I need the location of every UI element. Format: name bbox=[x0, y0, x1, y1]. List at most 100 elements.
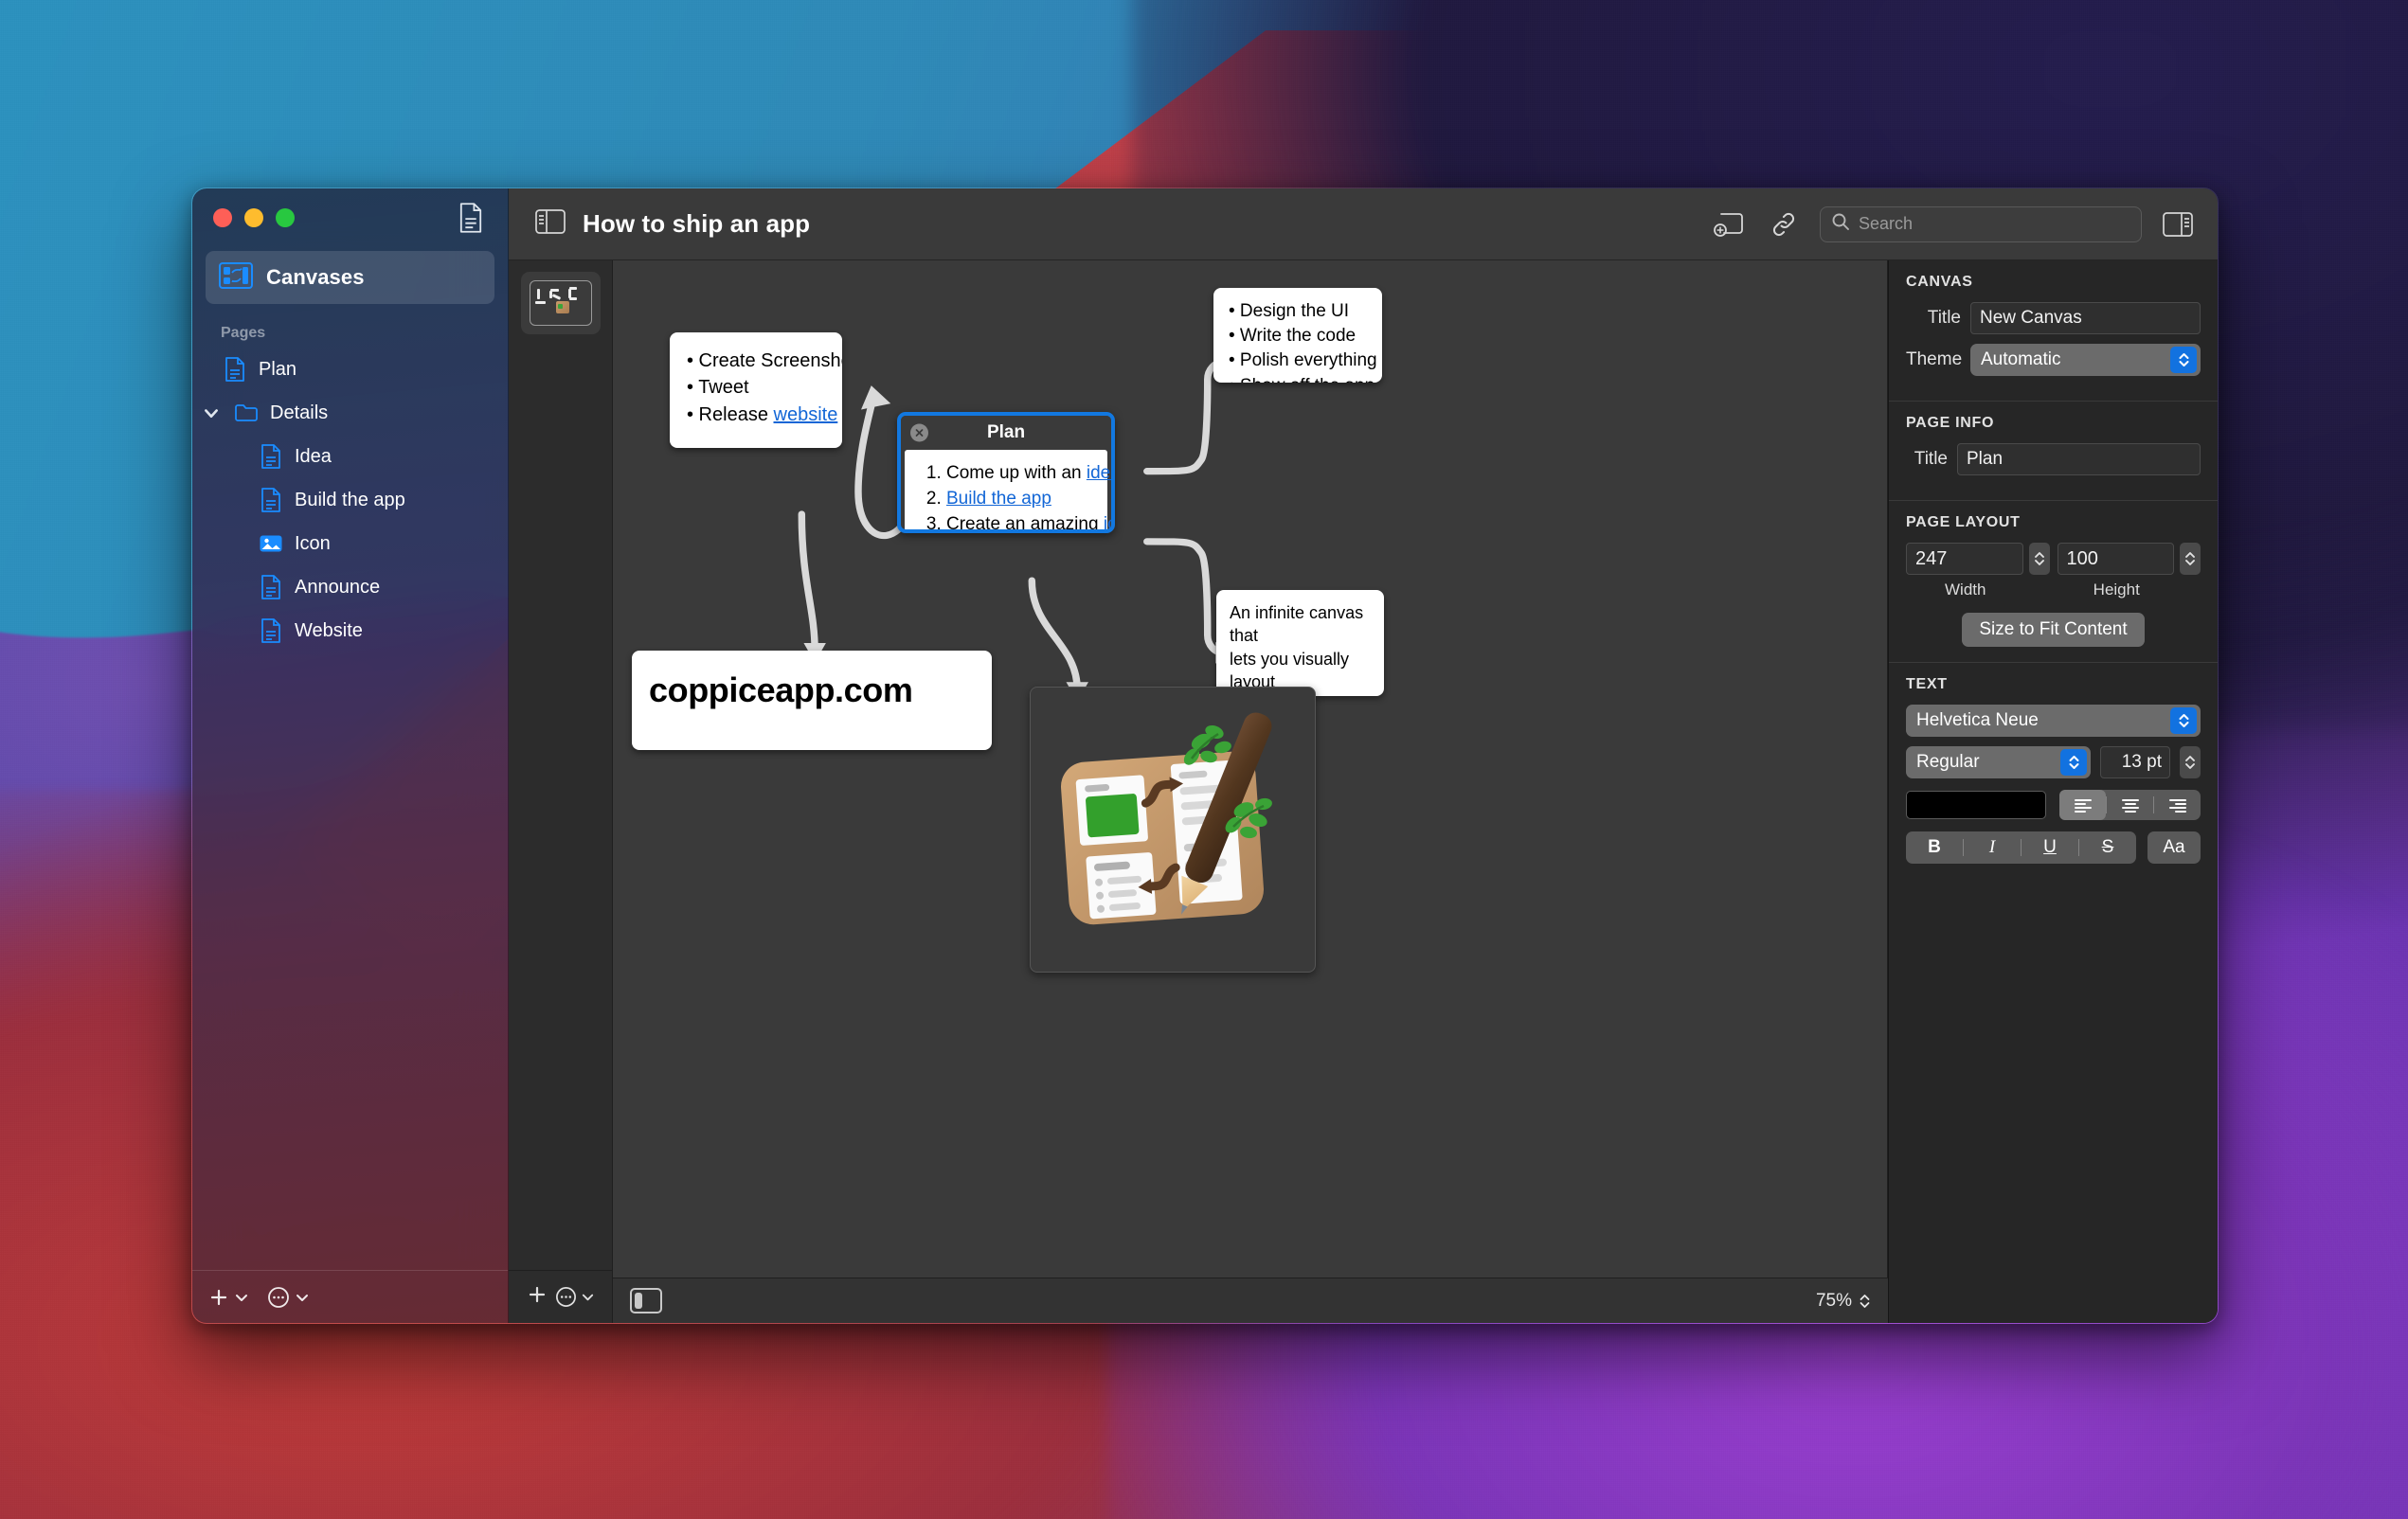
more-icon bbox=[266, 1285, 291, 1310]
height-group: 100 Height bbox=[2058, 543, 2201, 599]
close-icon[interactable] bbox=[910, 424, 928, 442]
document-icon bbox=[259, 487, 283, 513]
coppice-app-icon bbox=[1050, 711, 1296, 948]
sidebar-page-item[interactable]: Website bbox=[206, 609, 494, 652]
rail-add-button[interactable] bbox=[526, 1283, 548, 1311]
width-input[interactable]: 247 bbox=[1906, 543, 2023, 575]
align-right-button[interactable] bbox=[2154, 790, 2201, 820]
bullet-line: • Tweet bbox=[687, 374, 825, 401]
page-thumbnail-plan[interactable] bbox=[521, 272, 601, 334]
canvases-label: Canvases bbox=[266, 265, 365, 290]
bullet-line: • Show off the app bbox=[1229, 374, 1367, 383]
font-family-value: Helvetica Neue bbox=[1916, 710, 2170, 731]
text-color-row bbox=[1906, 790, 2201, 820]
titlebar bbox=[192, 188, 508, 247]
font-size-stepper[interactable] bbox=[2180, 746, 2201, 778]
image-icon bbox=[259, 530, 283, 557]
height-stepper[interactable] bbox=[2180, 543, 2201, 575]
document-icon bbox=[259, 617, 283, 644]
document-icon bbox=[223, 356, 247, 383]
inspector-section-page-layout: PAGE LAYOUT 247 Width bbox=[1889, 501, 2218, 663]
search-input[interactable] bbox=[1859, 214, 2130, 234]
align-left-button[interactable] bbox=[2059, 790, 2106, 820]
add-page-button[interactable] bbox=[207, 1286, 249, 1309]
sidebar-page-item[interactable]: Details bbox=[206, 391, 494, 435]
canvas-title-input[interactable]: New Canvas bbox=[1970, 302, 2201, 334]
height-caption: Height bbox=[2058, 581, 2201, 599]
chevron-down-icon[interactable] bbox=[202, 403, 221, 422]
text-case-button[interactable]: Aa bbox=[2147, 831, 2201, 864]
size-to-fit-content-button[interactable]: Size to Fit Content bbox=[1962, 613, 2144, 647]
sidebar-page-label: Website bbox=[295, 620, 363, 642]
sidebar-page-label: Idea bbox=[295, 446, 332, 468]
align-center-button[interactable] bbox=[2107, 790, 2153, 820]
chevron-updown-icon bbox=[2060, 749, 2087, 776]
plan-list-item: Build the app bbox=[946, 487, 1094, 512]
pages-list: PlanDetails Idea Build the appIconAnnounce… bbox=[206, 348, 494, 652]
link-website[interactable]: website bbox=[774, 404, 838, 425]
canvas-section-title: CANVAS bbox=[1906, 274, 2201, 291]
canvas-footer: 75% bbox=[613, 1278, 1888, 1323]
width-stepper[interactable] bbox=[2029, 543, 2050, 575]
plan-list: Come up with an idea Build the app Creat… bbox=[918, 461, 1094, 533]
plan-list-item: Come up with an idea bbox=[946, 461, 1094, 487]
add-page-icon[interactable] bbox=[1710, 206, 1748, 243]
canvas-surface[interactable]: • Create Screenshots • Tweet • Release w… bbox=[613, 260, 1888, 1278]
rail-more-button[interactable] bbox=[554, 1285, 595, 1309]
link-icon[interactable] bbox=[1765, 206, 1803, 243]
height-input[interactable]: 100 bbox=[2058, 543, 2175, 575]
sidebar-more-button[interactable] bbox=[266, 1285, 310, 1310]
document-icon bbox=[259, 443, 283, 470]
canvas-node-domain[interactable]: coppiceapp.com bbox=[632, 651, 992, 750]
canvas-theme-select[interactable]: Automatic bbox=[1970, 344, 2201, 376]
search-box[interactable] bbox=[1820, 206, 2142, 242]
text-format-row: B I U S Aa bbox=[1906, 831, 2201, 864]
width-input-line: 247 bbox=[1906, 543, 2050, 575]
sidebar-item-canvases[interactable]: Canvases bbox=[206, 251, 494, 304]
font-style-select[interactable]: Regular bbox=[1906, 746, 2091, 778]
canvas-node-idea[interactable]: An infinite canvas that lets you visuall… bbox=[1216, 590, 1384, 696]
bold-button[interactable]: B bbox=[1906, 837, 1963, 858]
italic-button[interactable]: I bbox=[1964, 837, 2021, 858]
sidebar-page-item[interactable]: Announce bbox=[206, 565, 494, 609]
sidebar-page-item[interactable]: Plan bbox=[206, 348, 494, 391]
underline-button[interactable]: U bbox=[2022, 837, 2078, 858]
inspector-toggle-icon[interactable] bbox=[2159, 206, 2197, 243]
domain-text: coppiceapp.com bbox=[649, 666, 975, 714]
sidebar-page-item[interactable]: Build the app bbox=[206, 478, 494, 522]
zoom-button[interactable] bbox=[276, 208, 295, 227]
inspector-section-text: TEXT Helvetica Neue Regular bbox=[1889, 663, 2218, 879]
chevron-updown-icon bbox=[2170, 707, 2197, 734]
sidebar-page-item[interactable]: Idea bbox=[206, 435, 494, 478]
canvas-node-icon-image[interactable] bbox=[1030, 687, 1316, 973]
minimize-button[interactable] bbox=[244, 208, 263, 227]
inspector-panel: CANVAS Title New Canvas Theme Automatic bbox=[1888, 260, 2218, 1323]
sidebar: Canvases Pages PlanDetailsIdeaBuild the … bbox=[192, 188, 509, 1323]
page-layout-section-title: PAGE LAYOUT bbox=[1906, 514, 2201, 531]
link-idea[interactable]: idea bbox=[1087, 463, 1115, 483]
bullet-line: • Create Screenshots bbox=[687, 348, 825, 374]
document-toggle-icon[interactable] bbox=[455, 202, 487, 234]
canvas-node-release[interactable]: • Create Screenshots • Tweet • Release w… bbox=[670, 332, 842, 448]
close-button[interactable] bbox=[213, 208, 232, 227]
strikethrough-button[interactable]: S bbox=[2079, 837, 2136, 858]
zoom-control[interactable]: 75% bbox=[1816, 1291, 1871, 1312]
canvas-node-plan-selected[interactable]: Plan Come up with an idea Build the app … bbox=[897, 412, 1115, 533]
zoom-level-label: 75% bbox=[1816, 1291, 1852, 1312]
canvas-node-domain-body: coppiceapp.com bbox=[632, 651, 992, 729]
sidebar-toggle-icon[interactable] bbox=[535, 209, 566, 239]
bullet-line: • Polish everything bbox=[1229, 348, 1367, 373]
sidebar-page-item[interactable]: Icon bbox=[206, 522, 494, 565]
font-style-value: Regular bbox=[1916, 752, 2060, 773]
font-size-input[interactable]: 13 pt bbox=[2100, 746, 2170, 778]
font-family-select[interactable]: Helvetica Neue bbox=[1906, 705, 2201, 737]
canvas-theme-value: Automatic bbox=[1981, 349, 2170, 370]
text-color-well[interactable] bbox=[1906, 791, 2046, 819]
inspector-section-page-info: PAGE INFO Title Plan bbox=[1889, 402, 2218, 501]
item-prefix: Create an amazing bbox=[946, 514, 1104, 533]
layout-toggle-icon[interactable] bbox=[630, 1288, 662, 1313]
plan-node-title: Plan bbox=[987, 422, 1025, 443]
canvas-node-build[interactable]: • Design the UI • Write the code • Polis… bbox=[1213, 288, 1382, 383]
link-build-the-app[interactable]: Build the app bbox=[946, 489, 1051, 509]
page-title-input[interactable]: Plan bbox=[1957, 443, 2201, 475]
